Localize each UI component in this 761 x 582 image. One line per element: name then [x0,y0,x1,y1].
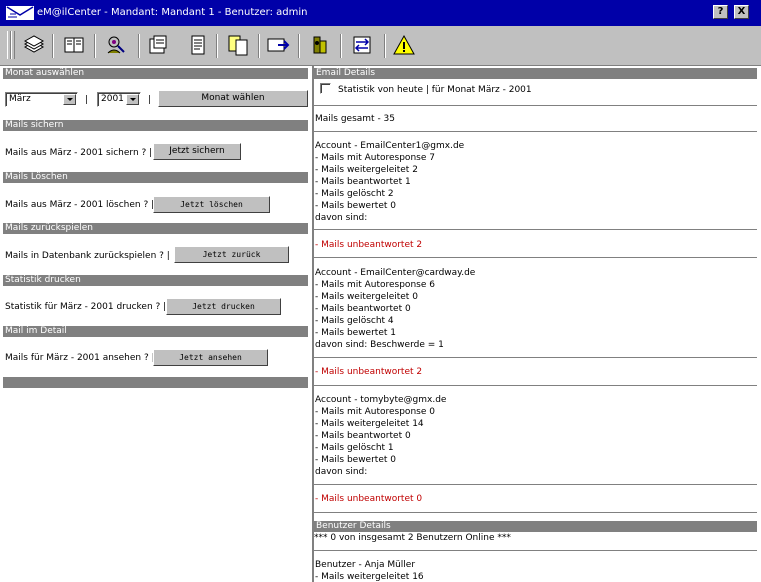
tools-icon[interactable] [308,33,332,57]
month-select-value: März [9,94,31,104]
unanswered-count: - Mails unbeantwortet 0 [315,494,423,504]
mail-detail-header: Mail im Detail [3,326,308,337]
print-now-button[interactable]: Jetzt drucken [166,298,281,315]
mails-total: Mails gesamt - 35 [315,114,396,124]
account-stat: - Mails weitergeleitet 14 [315,419,424,429]
save-mails-text: Mails aus März - 2001 sichern ? | [5,148,153,158]
account-stat: - Mails gelöscht 1 [315,443,394,453]
view-now-button[interactable]: Jetzt ansehen [153,349,268,366]
close-button[interactable]: X [734,5,749,19]
user-details-header: Benutzer Details [314,521,757,532]
print-statistics-text: Statistik für März - 2001 drucken ? | [5,302,167,312]
checkbox-label: Statistik von heute | für Monat März - 2… [338,85,532,95]
empty-footer-bar [3,377,308,388]
chevron-down-icon[interactable] [63,94,76,105]
restore-mails-header: Mails zurückspielen [3,223,308,234]
print-statistics-header: Statistik drucken [3,275,308,286]
account-stat: davon sind: [315,467,368,477]
account-stat: - Mails bewertet 1 [315,328,396,338]
account-stat: - Mails bewertet 0 [315,455,396,465]
year-select-value: 2001 [101,94,124,104]
account-title: Account - EmailCenter@cardway.de [315,268,476,278]
transfer-icon[interactable] [350,33,374,57]
toolbar [0,26,761,66]
account-stat: - Mails mit Autoresponse 0 [315,407,435,417]
toolbar-grip[interactable] [11,31,15,59]
select-month-button[interactable]: Monat wählen [158,90,308,107]
account-stat: - Mails gelöscht 4 [315,316,394,326]
account-stat: - Mails beantwortet 1 [315,177,411,187]
user-search-icon[interactable] [104,33,128,57]
unanswered-count: - Mails unbeantwortet 2 [315,240,423,250]
email-details-header: Email Details [314,68,757,79]
delete-mails-header: Mails Löschen [3,172,308,183]
account-stat: - Mails mit Autoresponse 6 [315,280,435,290]
account-stat: - Mails weitergeleitet 2 [315,165,418,175]
month-select[interactable]: März [5,92,78,107]
delete-now-button[interactable]: Jetzt löschen [153,196,270,213]
today-statistics-checkbox[interactable] [320,83,331,94]
year-select[interactable]: 2001 [97,92,141,107]
user-title: Benutzer - Anja Müller [315,560,416,570]
unanswered-count: - Mails unbeantwortet 2 [315,367,423,377]
properties-icon[interactable] [146,33,170,57]
copy-icon[interactable] [226,33,250,57]
account-stat: - Mails mit Autoresponse 7 [315,153,435,163]
account-title: Account - EmailCenter1@gmx.de [315,141,465,151]
account-stat: - Mails bewertet 0 [315,201,396,211]
save-now-button[interactable]: Jetzt sichern [153,143,241,160]
separator: | [85,95,89,105]
account-stat: davon sind: Beschwerde = 1 [315,340,444,350]
account-stat: - Mails weitergeleitet 0 [315,292,418,302]
book-icon[interactable] [62,33,86,57]
account-stat: davon sind: [315,213,368,223]
warning-icon[interactable] [392,33,416,57]
send-icon[interactable] [266,33,290,57]
window-title: eM@ilCenter - Mandant: Mandant 1 - Benut… [37,7,308,18]
user-stat: - Mails weitergeleitet 16 [315,572,424,582]
app-logo-icon [6,6,34,20]
restore-mails-text: Mails in Datenbank zurückspielen ? | [5,251,170,261]
right-pane: Email Details Statistik von heute | für … [314,66,761,582]
month-select-header: Monat auswählen [3,68,308,79]
mail-detail-text: Mails für März - 2001 ansehen ? | [5,353,155,363]
save-mails-header: Mails sichern [3,120,308,131]
account-stat: - Mails gelöscht 2 [315,189,394,199]
help-button[interactable]: ? [713,5,728,19]
delete-mails-text: Mails aus März - 2001 löschen ? | [5,200,155,210]
separator: | [148,95,152,105]
account-title: Account - tomybyte@gmx.de [315,395,447,405]
title-bar: eM@ilCenter - Mandant: Mandant 1 - Benut… [0,0,761,26]
notepad-icon[interactable] [186,33,210,57]
restore-now-button[interactable]: Jetzt zurück [174,246,289,263]
chevron-down-icon[interactable] [126,94,139,105]
account-stat: - Mails beantwortet 0 [315,431,411,441]
left-pane: Monat auswählen März | 2001 | Monat wähl… [0,66,312,582]
account-stat: - Mails beantwortet 0 [315,304,411,314]
mail-stack-icon[interactable] [22,33,46,57]
users-online: *** 0 von insgesamt 2 Benutzern Online *… [314,533,511,543]
